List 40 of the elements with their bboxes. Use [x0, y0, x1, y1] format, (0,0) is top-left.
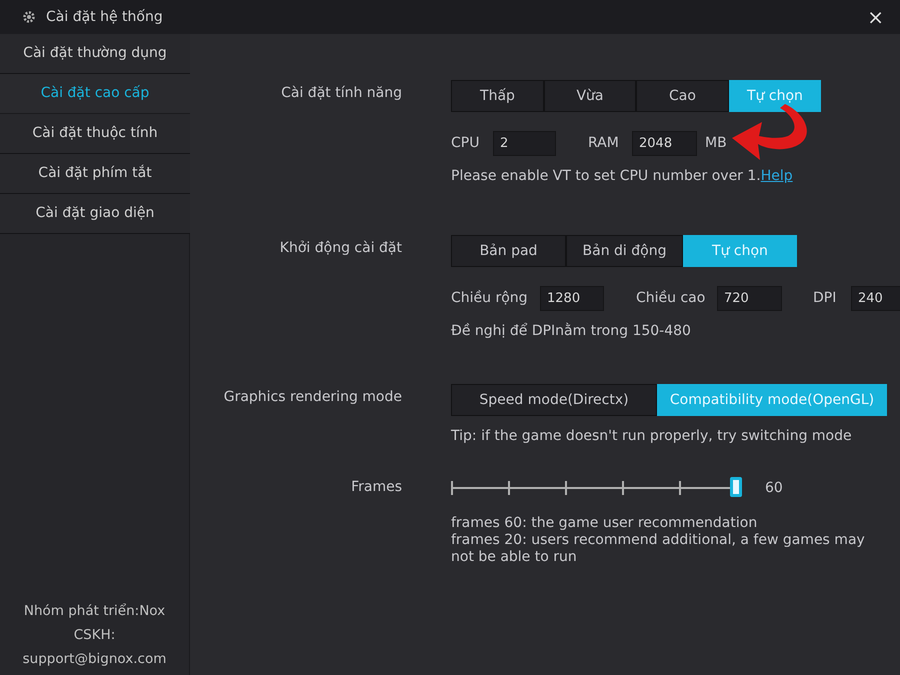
unit-label: MB: [705, 134, 727, 152]
help-link[interactable]: Help: [760, 166, 793, 187]
hint-text: Please enable VT to set CPU number over 1.: [451, 167, 761, 186]
setting-label: Frames: [351, 479, 402, 495]
option-button[interactable]: Bản di động: [566, 235, 683, 267]
input-field[interactable]: 2048: [632, 130, 697, 156]
window-title: Cài đặt hệ thống: [46, 8, 163, 26]
input-field[interactable]: 1280: [540, 286, 604, 310]
note-text: frames 20: users recommend additional, a few games may not be able to run: [451, 532, 866, 566]
input-field[interactable]: 240: [851, 286, 900, 310]
option-button[interactable]: Bản pad: [451, 235, 566, 267]
footer-text: Nhóm phát triển:Nox: [24, 602, 166, 621]
sidebar-item[interactable]: Cài đặt thuộc tính: [0, 114, 190, 154]
sidebar-item[interactable]: Cài đặt phím tắt: [0, 154, 190, 194]
close-button[interactable]: ×: [867, 7, 884, 27]
footer-text: support@bignox.com: [22, 650, 166, 669]
field-label: CPU: [451, 134, 480, 152]
sidebar-item[interactable]: Cài đặt cao cấp: [0, 74, 190, 114]
slider-value: 60: [765, 478, 783, 498]
footer-text: CSKH:: [74, 626, 116, 645]
hint-text: Đề nghị để DPInằm trong 150-480: [451, 323, 691, 339]
option-button[interactable]: Speed mode(Directx): [451, 384, 657, 416]
option-button[interactable]: Cao: [636, 80, 729, 112]
input-field[interactable]: 720: [717, 286, 782, 310]
note-text: frames 60: the game user recommendation: [451, 515, 758, 532]
field-label: Chiều cao: [636, 288, 706, 308]
setting-label: Khởi động cài đặt: [280, 240, 402, 256]
sidebar-item[interactable]: Cài đặt thường dụng: [0, 34, 190, 74]
sidebar-item[interactable]: Cài đặt giao diện: [0, 194, 190, 234]
option-button[interactable]: Vừa: [544, 80, 636, 112]
field-label: Chiều rộng: [451, 288, 529, 308]
setting-label: Graphics rendering mode: [224, 389, 402, 405]
option-button[interactable]: Thấp: [451, 80, 544, 112]
gear-icon: [22, 10, 36, 24]
input-field[interactable]: 2: [493, 130, 556, 156]
field-label: RAM: [588, 134, 620, 152]
slider-thumb[interactable]: [730, 477, 742, 497]
field-label: DPI: [813, 288, 838, 308]
tip-text: Tip: if the game doesn't run properly, try switching mode: [451, 428, 852, 444]
setting-label: Cài đặt tính năng: [281, 85, 402, 101]
